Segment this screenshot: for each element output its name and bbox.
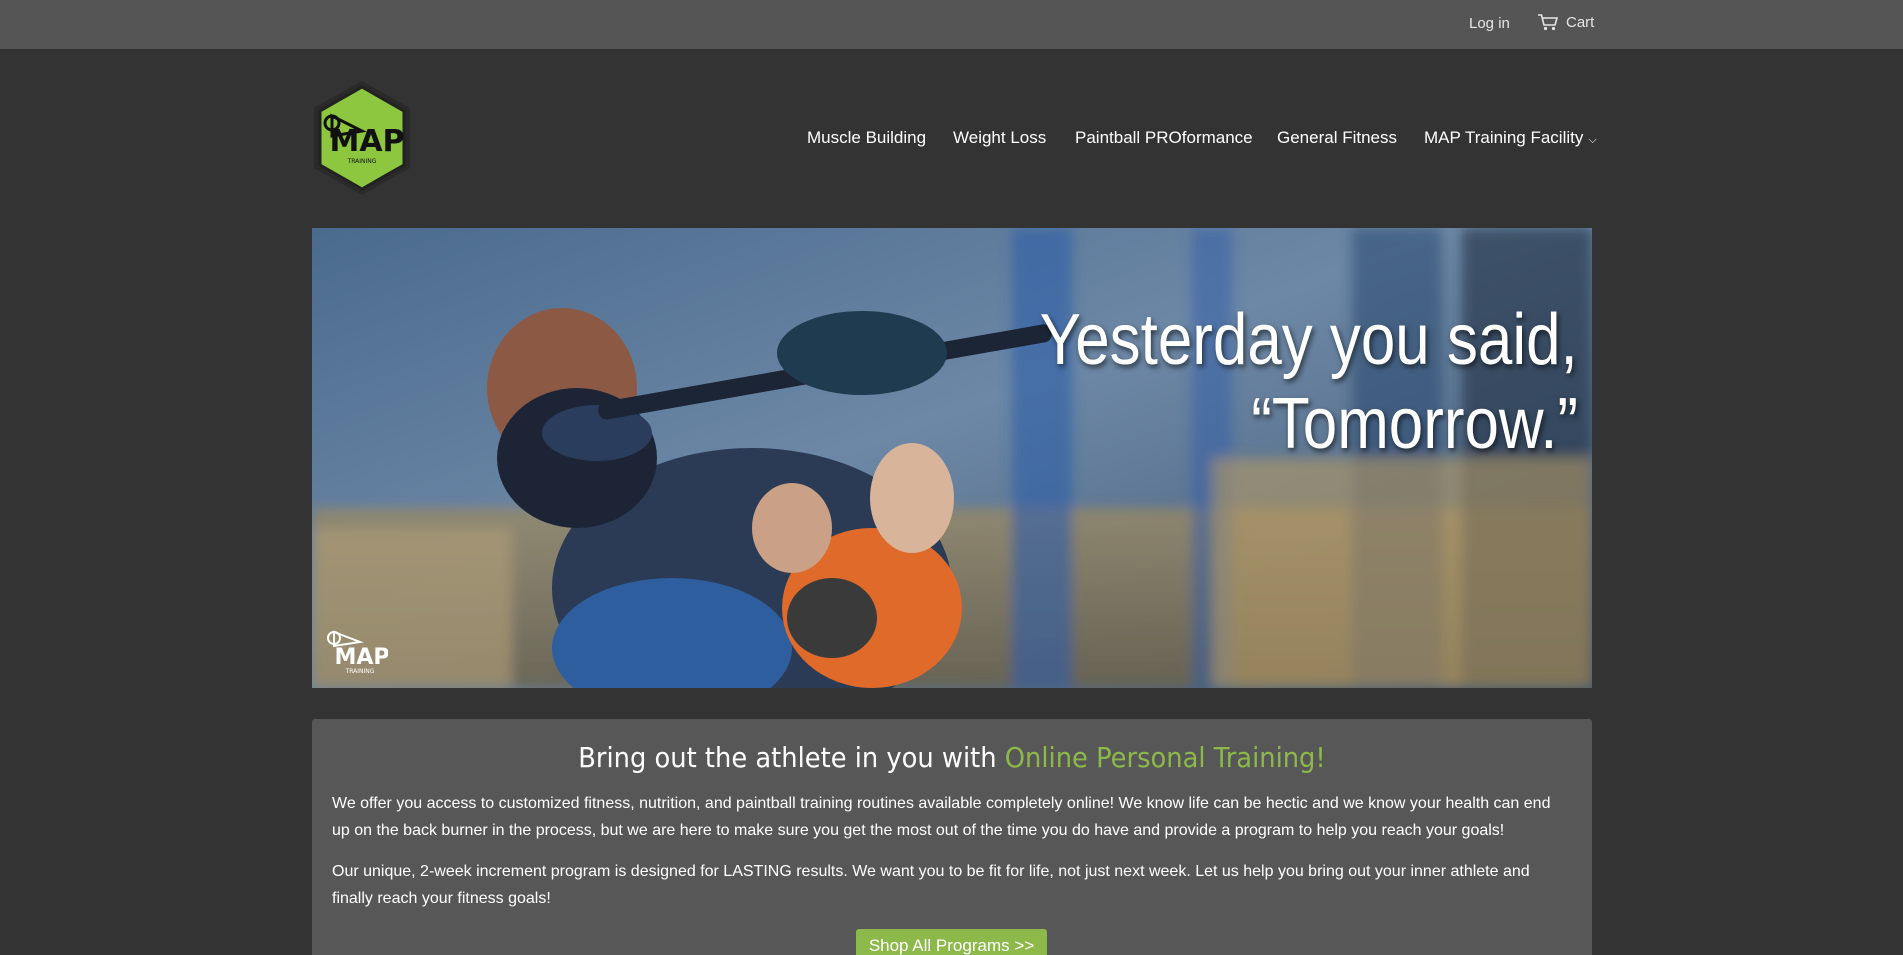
- hero-headline-line2: “Tomorrow.”: [1251, 384, 1578, 464]
- svg-text:TRAINING: TRAINING: [347, 158, 377, 165]
- nav-item-label: MAP Training Facility: [1424, 128, 1584, 147]
- nav-item-general-fitness[interactable]: General Fitness: [1277, 128, 1397, 148]
- svg-text:MAP: MAP: [329, 124, 404, 159]
- cart-icon: [1538, 14, 1558, 31]
- cart-link[interactable]: Cart: [1538, 14, 1594, 31]
- nav-item-paintball-proformance[interactable]: Paintball PROformance: [1075, 128, 1253, 148]
- site-logo[interactable]: MAP TRAINING: [312, 79, 413, 197]
- nav-item-weight-loss[interactable]: Weight Loss: [953, 128, 1046, 148]
- svg-text:MAP: MAP: [334, 645, 388, 670]
- svg-text:TRAINING: TRAINING: [345, 668, 375, 675]
- map-watermark-logo: MAP TRAINING: [327, 630, 388, 675]
- intro-headline: Bring out the athlete in you with Online…: [363, 741, 1541, 774]
- intro-panel: Bring out the athlete in you with Online…: [312, 719, 1592, 955]
- intro-paragraph-2: Our unique, 2-week increment program is …: [332, 863, 1530, 907]
- hero-headline-line1: Yesterday you said,: [1039, 300, 1578, 380]
- intro-headline-accent: Online Personal Training!: [1004, 741, 1326, 774]
- intro-headline-lead: Bring out the athlete in you with: [578, 741, 1005, 774]
- top-utility-bar: Log in Cart: [0, 0, 1903, 49]
- chevron-down-icon: ⌵: [1588, 134, 1597, 146]
- shop-all-programs-button[interactable]: Shop All Programs >>: [856, 929, 1047, 955]
- nav-item-map-training-facility[interactable]: MAP Training Facility ⌵: [1424, 128, 1597, 148]
- hero-banner[interactable]: Yesterday you said, “Tomorrow.” MAP TRAI…: [312, 228, 1592, 688]
- login-link[interactable]: Log in: [1469, 15, 1510, 32]
- cart-label: Cart: [1566, 14, 1595, 31]
- intro-paragraph-1: We offer you access to customized fitnes…: [332, 795, 1551, 839]
- nav-item-muscle-building[interactable]: Muscle Building: [807, 128, 926, 148]
- map-logo-icon: MAP TRAINING: [314, 81, 410, 195]
